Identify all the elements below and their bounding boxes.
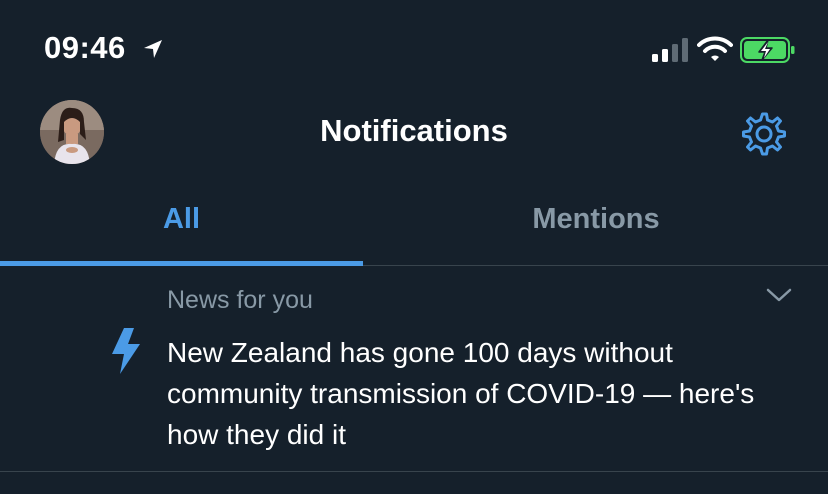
location-arrow-icon <box>144 40 162 58</box>
battery-charging-icon <box>740 37 795 63</box>
tab-all[interactable]: All <box>0 182 363 264</box>
wifi-icon <box>697 36 733 61</box>
notification-headline[interactable]: New Zealand has gone 100 days without co… <box>167 332 787 455</box>
header: Notifications <box>0 95 828 170</box>
lightning-bolt-icon <box>112 328 140 374</box>
status-time: 09:46 <box>44 30 126 65</box>
notification-label: News for you <box>167 286 313 314</box>
chevron-down-icon[interactable] <box>766 286 792 304</box>
status-bar: 09:46 <box>0 0 828 100</box>
gear-icon[interactable] <box>740 110 788 158</box>
notification-item[interactable]: News for you New Zealand has gone 100 da… <box>0 266 828 472</box>
page-title: Notifications <box>320 113 508 148</box>
tab-bar: All Mentions <box>0 182 828 266</box>
tab-mentions[interactable]: Mentions <box>390 182 802 264</box>
cellular-signal-icon <box>652 38 688 62</box>
